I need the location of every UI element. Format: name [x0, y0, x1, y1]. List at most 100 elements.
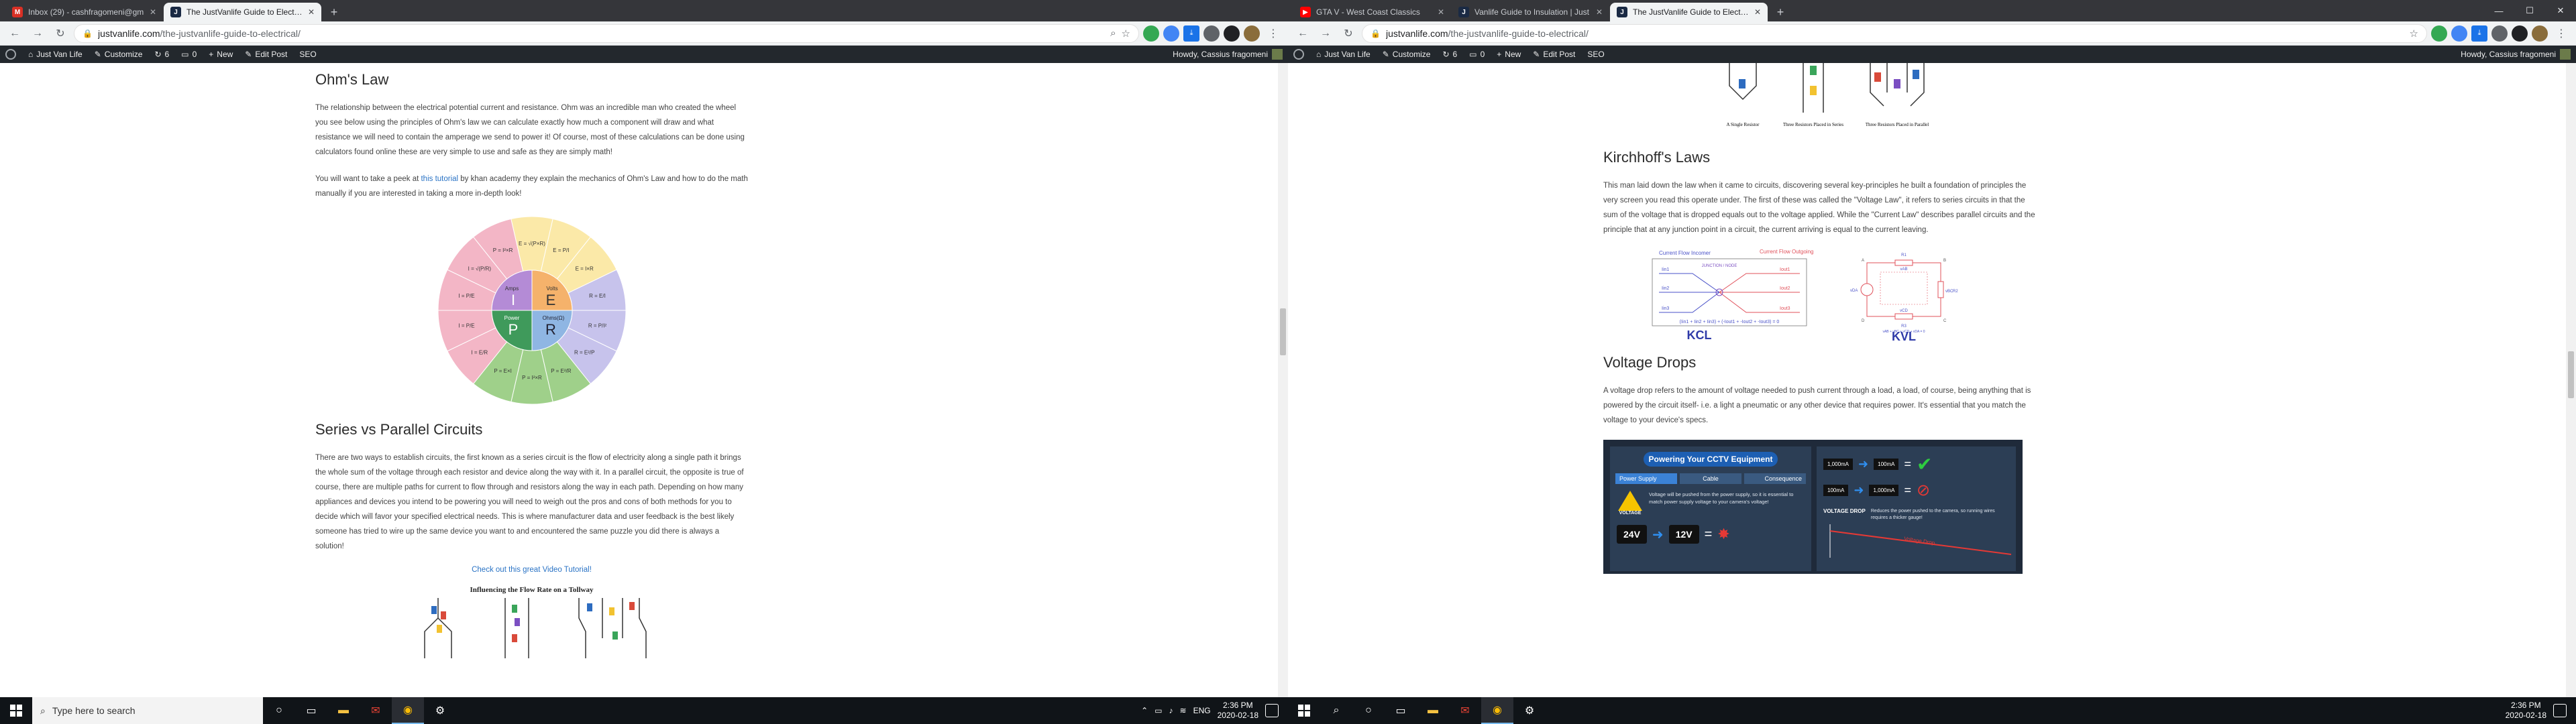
wp-edit-post[interactable]: ✎ Edit Post	[245, 50, 287, 59]
taskbar-search[interactable]: ⌕ Type here to search	[32, 697, 263, 724]
address-bar[interactable]: 🔒 justvanlife.com/the-justvanlife-guide-…	[74, 23, 1139, 43]
task-view-icon[interactable]: ▭	[295, 697, 327, 724]
extension-icon[interactable]	[1203, 25, 1220, 42]
close-tab-icon[interactable]: ✕	[150, 7, 156, 17]
extension-icon[interactable]	[1224, 25, 1240, 42]
network-icon[interactable]: ▭	[1155, 706, 1162, 715]
minimize-icon[interactable]: —	[2483, 0, 2514, 21]
search-icon[interactable]: ⌕	[1110, 27, 1116, 39]
wp-site-link[interactable]: ⌂ Just Van Life	[28, 50, 83, 59]
cortana-icon[interactable]: ○	[1352, 697, 1385, 724]
extension-icon[interactable]	[2431, 25, 2447, 42]
clock[interactable]: 2:36 PM 2020-02-18	[2506, 701, 2546, 721]
wheel-inner-quadrants	[490, 269, 573, 351]
tab-justvanlife-electric[interactable]: J The JustVanlife Guide to Electric ✕	[164, 3, 321, 21]
tab-strip: M Inbox (29) - cashfragomeni@gm ✕ J The …	[0, 0, 1288, 21]
tab-inbox[interactable]: M Inbox (29) - cashfragomeni@gm ✕	[5, 3, 163, 21]
tutorial-link[interactable]: this tutorial	[421, 175, 458, 183]
menu-kebab-icon[interactable]: ⋮	[2552, 24, 2571, 43]
wifi-icon[interactable]: ≋	[1180, 706, 1187, 715]
wp-customize-link[interactable]: ✎ Customize	[1383, 50, 1431, 59]
close-icon[interactable]: ✕	[2545, 0, 2576, 21]
menu-kebab-icon[interactable]: ⋮	[1264, 24, 1283, 43]
wp-seo[interactable]: SEO	[299, 50, 316, 59]
close-tab-icon[interactable]: ✕	[1596, 7, 1603, 17]
task-view-icon[interactable]: ▭	[1385, 697, 1417, 724]
language-indicator[interactable]: ENG	[1193, 706, 1211, 715]
wheel-formula: P = I²×R	[522, 375, 542, 381]
chrome-icon[interactable]: ◉	[392, 697, 424, 724]
kcl-out-label: Iout1	[1780, 267, 1790, 272]
wp-site-link[interactable]: ⌂ Just Van Life	[1316, 50, 1371, 59]
gmail-icon: M	[12, 7, 23, 17]
close-tab-icon[interactable]: ✕	[308, 7, 315, 17]
close-tab-icon[interactable]: ✕	[1438, 7, 1444, 17]
drop-title: VOLTAGE DROP	[1823, 508, 1866, 514]
volume-icon[interactable]: ♪	[1169, 706, 1173, 715]
back-button[interactable]: ←	[1293, 24, 1312, 43]
chrome-icon[interactable]: ◉	[1481, 697, 1513, 724]
wp-new[interactable]: + New	[209, 50, 233, 59]
reload-button[interactable]: ↻	[51, 24, 70, 43]
wp-new[interactable]: + New	[1497, 50, 1521, 59]
tab-justvanlife-electric[interactable]: J The JustVanlife Guide to Electric ✕	[1610, 3, 1768, 21]
steam-icon[interactable]: ⚙	[1513, 697, 1546, 724]
reload-button[interactable]: ↻	[1339, 24, 1358, 43]
refresh-icon: ↻	[1442, 50, 1450, 59]
maximize-icon[interactable]: ☐	[2514, 0, 2545, 21]
wp-comments[interactable]: ▭ 0	[181, 50, 197, 59]
start-button[interactable]	[0, 697, 32, 724]
file-explorer-icon[interactable]: ▬	[1417, 697, 1449, 724]
video-tutorial-link[interactable]: Check out this great Video Tutorial!	[472, 566, 592, 574]
figure-caption: Three Resistors Placed in Series	[1782, 122, 1843, 127]
tab-insulation-guide[interactable]: J Vanlife Guide to Insulation | Just ✕	[1452, 3, 1609, 21]
extension-icon[interactable]	[2491, 25, 2508, 42]
camera-amperage: 100mA	[1874, 459, 1899, 470]
download-icon[interactable]: ⤓	[1183, 25, 1199, 42]
extension-icon[interactable]	[1143, 25, 1159, 42]
close-tab-icon[interactable]: ✕	[1754, 7, 1761, 17]
extension-icon[interactable]	[2451, 25, 2467, 42]
notification-icon[interactable]	[1265, 704, 1279, 717]
notification-icon[interactable]	[2553, 704, 2567, 717]
wp-updates[interactable]: ↻ 6	[154, 50, 169, 59]
extension-icon[interactable]	[2512, 25, 2528, 42]
address-bar[interactable]: 🔒 justvanlife.com/the-justvanlife-guide-…	[1362, 23, 2427, 43]
wp-seo[interactable]: SEO	[1587, 50, 1604, 59]
tab-gta-radio[interactable]: ▶ GTA V - West Coast Classics ✕	[1293, 3, 1451, 21]
new-tab-button[interactable]: +	[1771, 3, 1790, 21]
new-tab-button[interactable]: +	[325, 3, 343, 21]
psu-voltage: 24V	[1617, 525, 1647, 544]
wp-edit-post[interactable]: ✎ Edit Post	[1533, 50, 1575, 59]
wp-logo[interactable]	[1293, 49, 1304, 60]
no-power-icon: ⊘	[1917, 481, 1931, 499]
page-scrollbar[interactable]	[2566, 63, 2576, 697]
start-button[interactable]	[1288, 697, 1320, 724]
chevron-up-icon[interactable]: ⌃	[1141, 706, 1148, 715]
cortana-icon[interactable]: ○	[263, 697, 295, 724]
wp-account[interactable]: Howdy, Cassius fragomeni	[2461, 49, 2571, 60]
mail-app-icon[interactable]: ✉	[360, 697, 392, 724]
clock[interactable]: 2:36 PM 2020-02-18	[1218, 701, 1258, 721]
forward-button[interactable]: →	[1316, 24, 1335, 43]
download-icon[interactable]: ⤓	[2471, 25, 2487, 42]
wp-updates[interactable]: ↻ 6	[1442, 50, 1457, 59]
forward-button[interactable]: →	[28, 24, 47, 43]
wp-logo[interactable]	[5, 49, 16, 60]
wp-comments[interactable]: ▭ 0	[1469, 50, 1485, 59]
scrollbar-thumb[interactable]	[2568, 351, 2574, 398]
scrollbar-thumb[interactable]	[1280, 308, 1286, 355]
wp-customize-link[interactable]: ✎ Customize	[95, 50, 143, 59]
profile-avatar[interactable]	[2532, 25, 2548, 42]
wp-account[interactable]: Howdy, Cassius fragomeni	[1173, 49, 1283, 60]
profile-avatar[interactable]	[1244, 25, 1260, 42]
extension-icon[interactable]	[1163, 25, 1179, 42]
mail-app-icon[interactable]: ✉	[1449, 697, 1481, 724]
page-scrollbar[interactable]	[1278, 63, 1288, 697]
bookmark-star-icon[interactable]: ☆	[2410, 27, 2418, 40]
file-explorer-icon[interactable]: ▬	[327, 697, 360, 724]
bookmark-star-icon[interactable]: ☆	[1122, 27, 1130, 40]
search-icon[interactable]: ⌕	[1320, 697, 1352, 724]
back-button[interactable]: ←	[5, 24, 24, 43]
steam-icon[interactable]: ⚙	[424, 697, 456, 724]
